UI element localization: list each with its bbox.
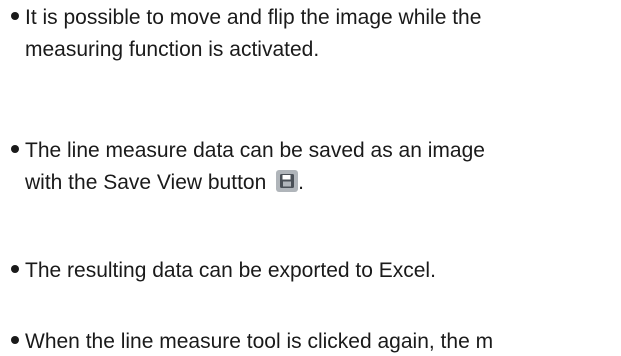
bullet-dot xyxy=(11,145,19,154)
bullet-item-move-flip: It is possible to move and flip the imag… xyxy=(11,2,481,66)
bullet-item-save-view: The line measure data can be saved as an… xyxy=(11,135,485,199)
bullet-text-suffix: . xyxy=(298,171,304,194)
bullet-line: When the line measure tool is clicked ag… xyxy=(11,326,493,356)
bullet-item-line-measure-clicked: When the line measure tool is clicked ag… xyxy=(11,326,493,356)
bullet-line-continuation: measuring function is activated. xyxy=(25,38,320,61)
bullet-dot xyxy=(11,12,19,21)
bullet-item-export-excel: The resulting data can be exported to Ex… xyxy=(11,255,436,287)
bullet-line: The resulting data can be exported to Ex… xyxy=(11,255,436,287)
bullet-line: It is possible to move and flip the imag… xyxy=(11,2,481,34)
bullet-text: The line measure data can be saved as an… xyxy=(25,139,485,162)
save-view-icon xyxy=(276,170,299,193)
bullet-text: The resulting data can be exported to Ex… xyxy=(25,259,436,282)
bullet-text: When the line measure tool is clicked ag… xyxy=(25,330,494,353)
bullet-line-continuation: with the Save View button . xyxy=(11,167,485,199)
bullet-dot xyxy=(11,265,19,274)
bullet-text: with the Save View button xyxy=(25,171,267,194)
bullet-text: It is possible to move and flip the imag… xyxy=(25,6,482,29)
bullet-line: The line measure data can be saved as an… xyxy=(11,135,485,167)
bullet-dot xyxy=(11,336,19,345)
